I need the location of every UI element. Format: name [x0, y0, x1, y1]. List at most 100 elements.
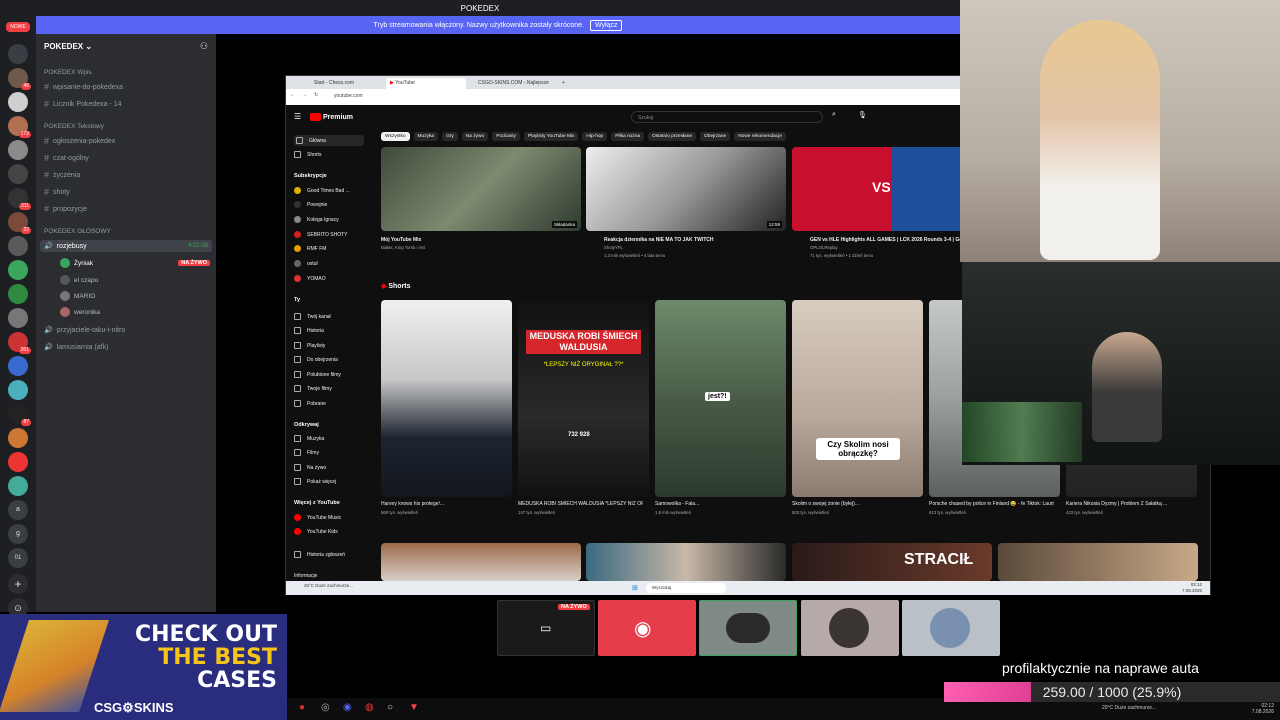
voice-channel[interactable]: 🔊 przyjaciele-taku-i-nitro [44, 326, 125, 335]
sidebar-item[interactable]: Twoje filmy [294, 385, 332, 392]
sponsor-ad[interactable]: CHECK OUT THE BEST CASES CSG⚙SKINS [0, 614, 287, 720]
sidebar-item[interactable]: Pobrane [294, 400, 326, 407]
server-icon[interactable] [8, 308, 28, 328]
server-icon[interactable] [8, 476, 28, 496]
short-thumbnail[interactable] [381, 300, 512, 497]
short-thumbnail[interactable]: Czy Skolim nosi obrączkę? [792, 300, 923, 497]
chip[interactable]: Playlisty YouTube Mix [523, 132, 579, 141]
back-icon[interactable]: ← [290, 92, 295, 98]
chrome-icon[interactable]: ◍ [365, 702, 374, 713]
youtube-logo[interactable]: Premium [310, 113, 353, 121]
sidebar-item[interactable]: Pokaż więcej [294, 478, 336, 485]
short-thumbnail[interactable]: jest?! [655, 300, 786, 497]
short-title[interactable]: Skolim o swojej żonie (byłej)... [792, 501, 917, 507]
sidebar-item[interactable]: Filmy [294, 449, 319, 456]
sidebar-item-sub[interactable]: Powojnie [294, 201, 327, 208]
short-title[interactable]: Harvey knows his protege!... [381, 501, 506, 507]
chip[interactable]: Gry [442, 132, 458, 141]
server-icon[interactable] [8, 92, 28, 112]
sidebar-header[interactable]: Ty [294, 297, 300, 303]
sidebar-item-sub[interactable]: SEBRITO SHOTY [294, 231, 347, 238]
category-label[interactable]: POKEDEX Tekstowy [44, 123, 104, 130]
short-title[interactable]: MEDUSKA ROBI ŚMIECH WALDUSIA *LEPSZY NIŻ… [518, 501, 643, 507]
participant-tile[interactable] [699, 600, 797, 656]
voice-channel[interactable]: 🔊 lamusiarnia (afk) [44, 343, 108, 352]
server-icon[interactable]: 22 [8, 212, 31, 234]
sidebar-item-shorts[interactable]: Shorts [294, 151, 321, 158]
participant-tile[interactable]: NA ŻYWO ▭ [497, 600, 595, 656]
browser-tab[interactable]: CSGO-SKINS.COM - Najlepsze [474, 78, 553, 89]
channel-item[interactable]: # wpisanie-do-pokedexa [44, 82, 123, 92]
server-icon[interactable] [8, 140, 28, 160]
discord-icon[interactable]: ◉ [343, 702, 352, 713]
server-icon[interactable]: 172 [8, 116, 31, 138]
video-title[interactable]: Reakcja dziennika na NIE MA TO JAK TWITC… [604, 237, 784, 243]
short-title[interactable]: Samowolka - Fala... [655, 501, 780, 507]
chip[interactable]: Na żywo [461, 132, 489, 141]
chip[interactable]: Nowe rekomendacje [734, 132, 786, 141]
add-member-icon[interactable]: ⚇ [200, 41, 208, 52]
voice-user[interactable]: Żyniak NA ŻYWO [60, 258, 210, 268]
sidebar-item-sub[interactable]: ostuł [294, 260, 318, 267]
brave-icon[interactable]: ▼ [409, 702, 419, 713]
sidebar-item[interactable]: Playlisty [294, 342, 325, 349]
voice-user[interactable]: MARIO [60, 291, 95, 301]
short-title[interactable]: Porsche chased by police in Finland 😂 - … [929, 501, 1054, 507]
search-input[interactable]: Szukaj [631, 111, 823, 123]
forward-icon[interactable]: → [302, 92, 307, 98]
chip[interactable]: Hip-hop [582, 132, 608, 141]
chip[interactable]: Muzyka [413, 132, 439, 141]
browser-tab[interactable]: Start - Chess.com [310, 78, 358, 89]
participant-tile[interactable] [801, 600, 899, 656]
video-thumbnail[interactable]: Składanka [381, 147, 581, 231]
video-thumbnail[interactable]: 12:59 [586, 147, 786, 231]
disable-stream-mode-button[interactable]: Wyłącz [589, 19, 623, 31]
channel-item[interactable]: # Licznik Pokedexa - 14 [44, 99, 122, 109]
voice-user[interactable]: weronika [60, 307, 100, 317]
participant-tile[interactable]: ◉ [598, 600, 696, 656]
chip[interactable]: Obejrzane [700, 132, 731, 141]
server-icon[interactable] [8, 44, 28, 64]
short-thumbnail[interactable]: MEDUSKA ROBI ŚMIECH WALDUSIA *LEPSZY NIŻ… [518, 300, 649, 497]
app-icon[interactable]: ● [299, 702, 305, 713]
category-label[interactable]: POKEDEX GŁOSOWY [44, 228, 111, 235]
participant-tile[interactable] [902, 600, 1000, 656]
chip[interactable]: Wszystko [381, 132, 410, 141]
new-tab-icon[interactable]: + [558, 78, 569, 89]
server-icon[interactable]: 261 [8, 332, 31, 354]
sidebar-item-sub[interactable]: Good Times Bad ... [294, 187, 350, 194]
sidebar-item-sub[interactable]: RMF FM [294, 245, 326, 252]
obs-icon[interactable]: ○ [387, 702, 393, 713]
sidebar-item[interactable]: Twój kanał [294, 313, 331, 320]
server-icon[interactable]: 01 [8, 548, 28, 568]
video-thumbnail[interactable] [586, 543, 786, 581]
channel-item[interactable]: # ogłoszenia-pokedex [44, 136, 115, 146]
server-name[interactable]: POKEDEX ⌄ [44, 42, 92, 51]
video-title[interactable]: GEN vs HLE Highlights ALL GAMES | LCK 20… [810, 237, 960, 243]
short-title[interactable]: Kariera Nikosia Dyzmy | Problem Z Sałatk… [1066, 501, 1191, 507]
server-icon[interactable] [8, 164, 28, 184]
voice-channel-active[interactable]: 🔊 rozjebusy 4:22:08 [40, 240, 212, 252]
search-icon[interactable]: ⌕ [832, 111, 836, 119]
channel-item[interactable]: # życzenia [44, 170, 80, 180]
chip[interactable]: Podcasty [492, 132, 520, 141]
chip[interactable]: Piłka nożna [611, 132, 645, 141]
video-thumbnail[interactable] [381, 543, 581, 581]
sidebar-item[interactable]: Na żywo [294, 464, 326, 471]
taskbar-clock[interactable]: 02:12 7.08.2026 [1182, 582, 1202, 594]
sidebar-item[interactable]: Polubione filmy [294, 371, 341, 378]
server-icon[interactable] [8, 380, 28, 400]
mic-icon[interactable]: 🎙 [858, 111, 867, 119]
channel-item[interactable]: # shoty [44, 187, 70, 197]
sidebar-item-home[interactable]: Główna [294, 135, 364, 146]
sidebar-item-sub[interactable]: Kolega Ignacy [294, 216, 339, 223]
channel-item[interactable]: # propozycje [44, 204, 87, 214]
menu-icon[interactable]: ☰ [294, 112, 301, 121]
video-title[interactable]: Mój YouTube Mix [381, 237, 571, 243]
weather-widget[interactable]: 20°C Duże zachmurze... [304, 583, 353, 588]
server-icon[interactable] [8, 284, 28, 304]
sidebar-item[interactable]: Informacje [294, 573, 317, 579]
server-icon[interactable]: g [8, 524, 28, 544]
add-server-icon[interactable]: + [8, 574, 28, 594]
sidebar-item[interactable]: Do obejrzenia [294, 356, 338, 363]
